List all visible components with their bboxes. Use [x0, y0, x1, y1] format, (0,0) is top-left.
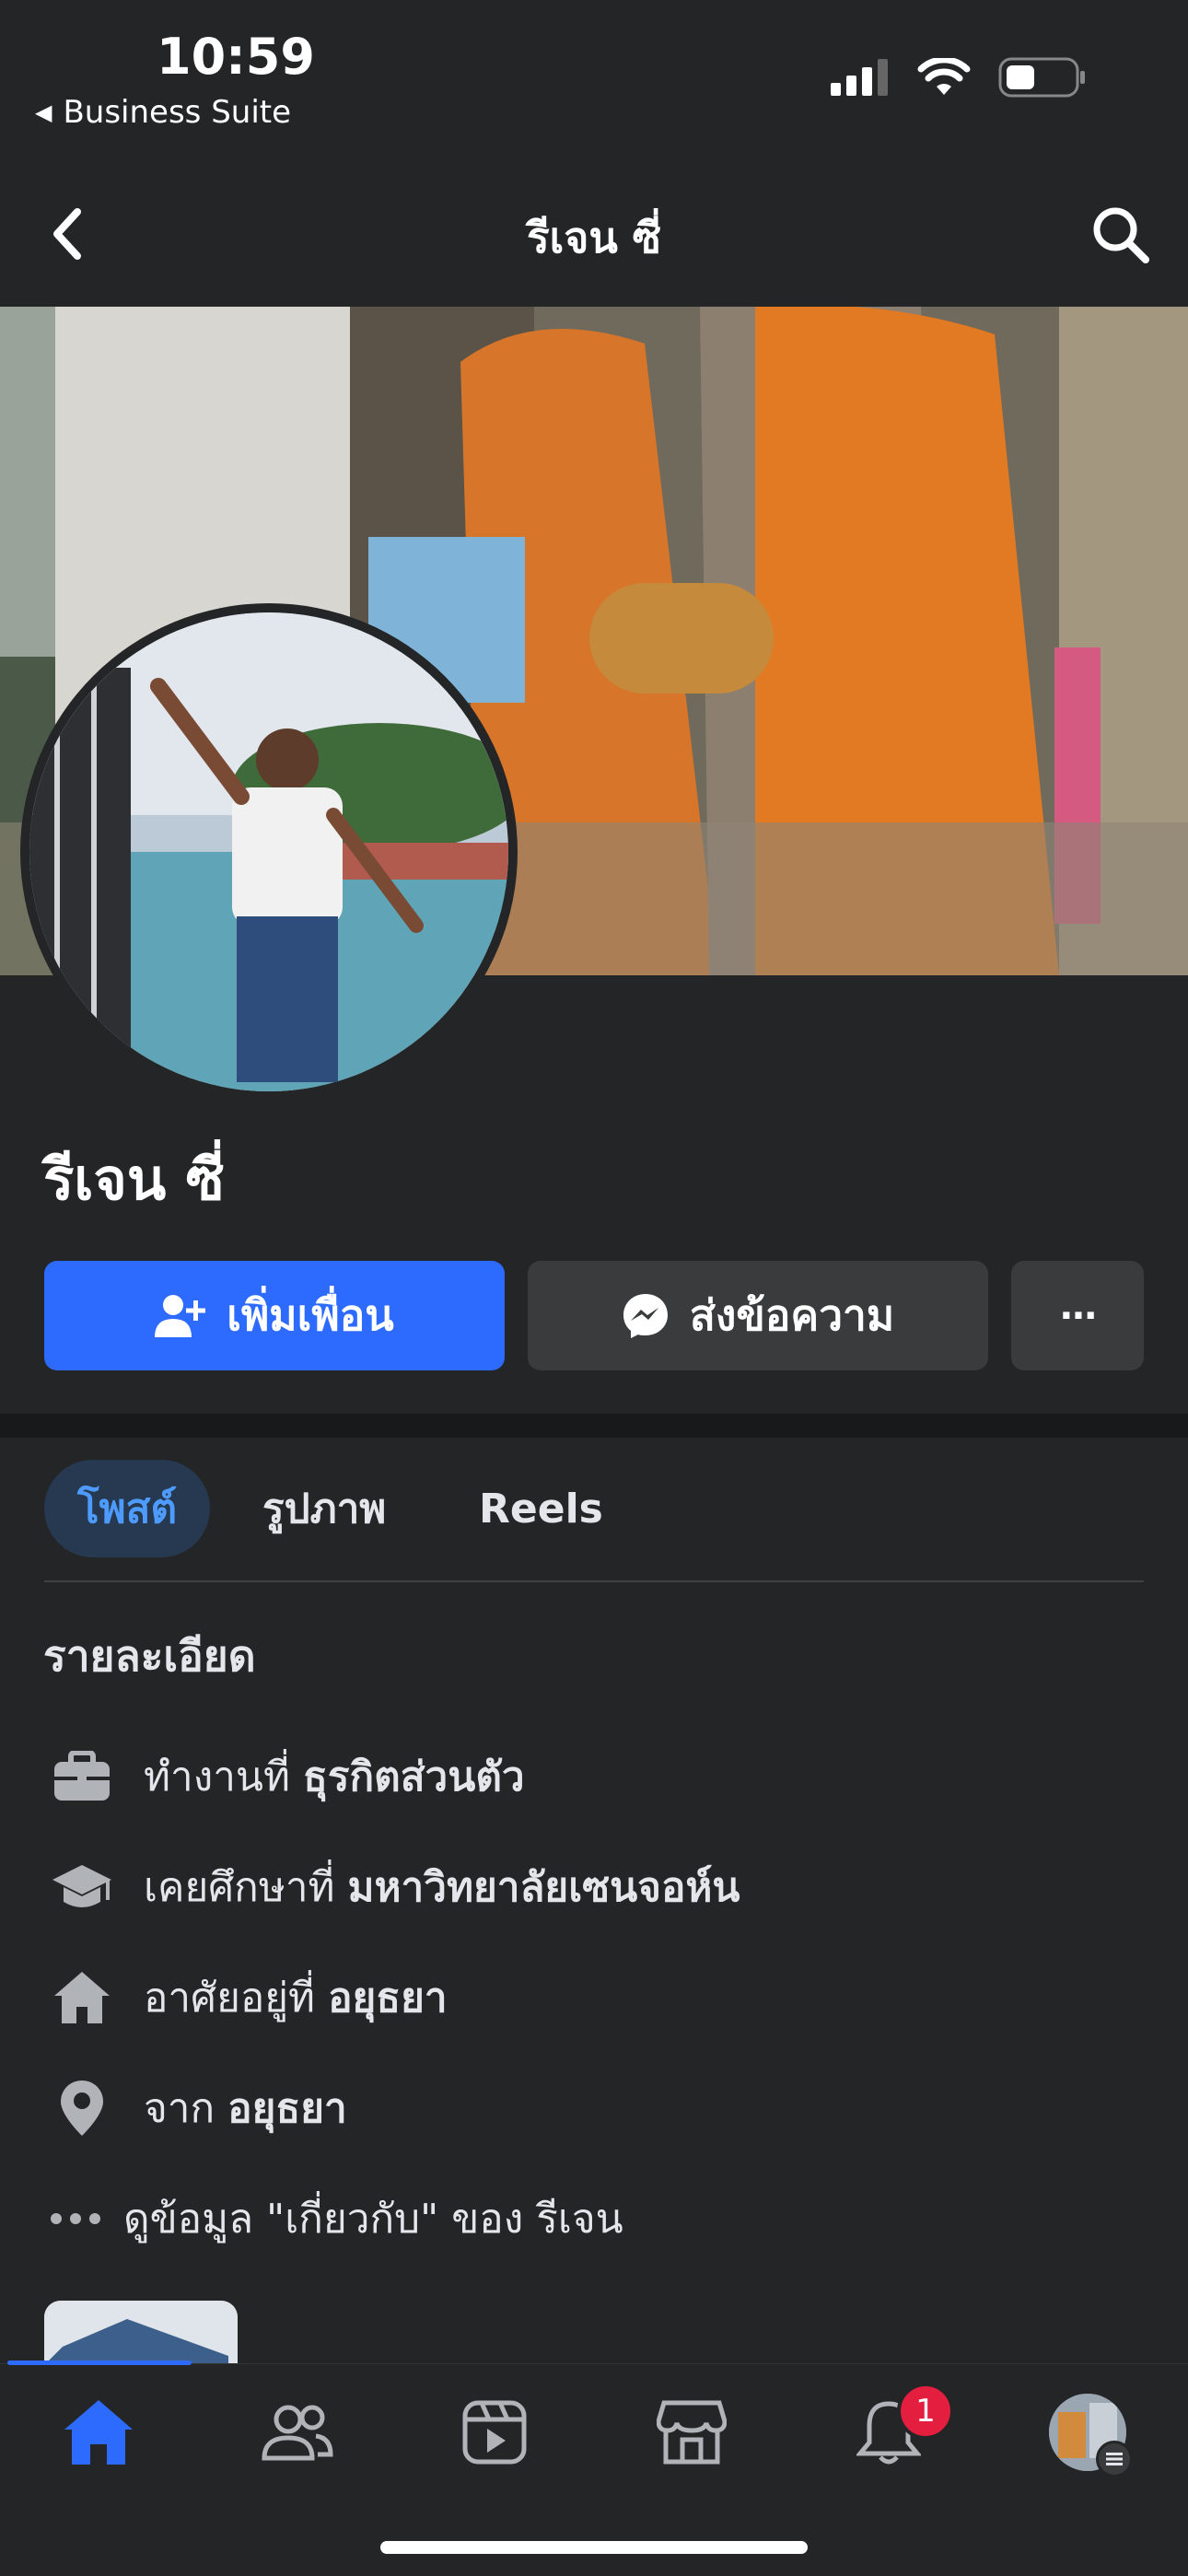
- tab-home[interactable]: [57, 2391, 140, 2474]
- photo-thumbnail-image: [44, 2301, 238, 2365]
- message-button[interactable]: ส่งข้อความ: [528, 1261, 988, 1370]
- detail-from-value: อยุธยา: [227, 2085, 347, 2132]
- tab-reels[interactable]: Reels: [479, 1460, 603, 1557]
- briefcase-icon: [48, 1743, 116, 1811]
- detail-education: เคยศึกษาที่ มหาวิทยาลัยเซนจอห์น: [48, 1853, 740, 1921]
- detail-lives-in-value: อยุธยา: [328, 1975, 448, 2022]
- tab-posts[interactable]: โพสต์: [44, 1460, 210, 1557]
- status-time: 10:59: [157, 28, 315, 86]
- friends-icon: [262, 2405, 333, 2461]
- video-icon: [462, 2400, 527, 2465]
- notification-badge: 1: [897, 2383, 954, 2440]
- back-chevron-icon[interactable]: [44, 204, 90, 263]
- detail-education-prefix: เคยศึกษาที่: [144, 1864, 335, 1911]
- photo-thumbnail[interactable]: [44, 2301, 238, 2365]
- page-title: รีเจน ซี่: [526, 213, 662, 262]
- tab-friends[interactable]: [256, 2391, 339, 2474]
- tab-profile-menu[interactable]: [1046, 2391, 1133, 2477]
- detail-work-value: ธุรกิตส่วนตัว: [302, 1754, 525, 1801]
- ellipsis-icon: [48, 2185, 103, 2253]
- add-friend-button[interactable]: เพิ่มเพื่อน: [44, 1261, 505, 1370]
- detail-work-prefix: ทำงานที่: [144, 1754, 290, 1801]
- profile-picture-image: [29, 612, 508, 1091]
- details-heading: รายละเอียด: [43, 1631, 256, 1681]
- detail-from: จาก อยุธยา: [48, 2074, 347, 2142]
- more-dots-icon: ···: [1059, 1294, 1098, 1337]
- back-app-label: Business Suite: [63, 94, 292, 131]
- more-options-button[interactable]: ···: [1011, 1261, 1144, 1370]
- detail-work: ทำงานที่ ธุรกิตส่วนตัว: [48, 1743, 525, 1811]
- add-friend-label: เพิ่มเพื่อน: [227, 1290, 394, 1340]
- add-person-icon: [155, 1294, 206, 1337]
- active-tab-indicator: [7, 2360, 192, 2365]
- tabs-divider: [44, 1580, 1144, 1582]
- home-icon: [48, 1964, 116, 2032]
- tab-video[interactable]: [453, 2391, 536, 2474]
- detail-lives-in: อาศัยอยู่ที่ อยุธยา: [48, 1964, 448, 2032]
- back-triangle-icon: ◀: [35, 99, 52, 125]
- section-divider: [0, 1414, 1188, 1438]
- message-label: ส่งข้อความ: [689, 1290, 895, 1340]
- profile-name: รีเจน ซี่: [43, 1146, 225, 1213]
- wifi-icon: [917, 58, 971, 95]
- see-about-link[interactable]: ดูข้อมูล "เกี่ยวกับ" ของ รีเจน: [48, 2185, 623, 2253]
- tab-marketplace[interactable]: [650, 2391, 733, 2474]
- avatar[interactable]: [20, 603, 518, 1101]
- tab-photos[interactable]: รูปภาพ: [262, 1460, 386, 1557]
- detail-lives-in-prefix: อาศัยอยู่ที่: [144, 1975, 316, 2022]
- search-icon[interactable]: [1090, 204, 1151, 265]
- see-about-label: ดูข้อมูล "เกี่ยวกับ" ของ รีเจน: [123, 2196, 623, 2243]
- home-indicator: [380, 2541, 808, 2554]
- detail-education-value: มหาวิทยาลัยเซนจอห์น: [347, 1864, 740, 1911]
- status-icons: [831, 57, 1087, 98]
- back-to-app-link[interactable]: ◀ Business Suite: [35, 94, 291, 131]
- battery-icon: [998, 57, 1085, 98]
- home-tab-icon: [64, 2400, 133, 2465]
- marketplace-icon: [657, 2400, 727, 2465]
- location-pin-icon: [48, 2074, 116, 2142]
- messenger-icon: [623, 1293, 668, 1338]
- menu-lines-icon: [1096, 2441, 1133, 2477]
- graduation-cap-icon: [48, 1853, 116, 1921]
- detail-from-prefix: จาก: [144, 2085, 215, 2132]
- signal-icon: [831, 59, 888, 96]
